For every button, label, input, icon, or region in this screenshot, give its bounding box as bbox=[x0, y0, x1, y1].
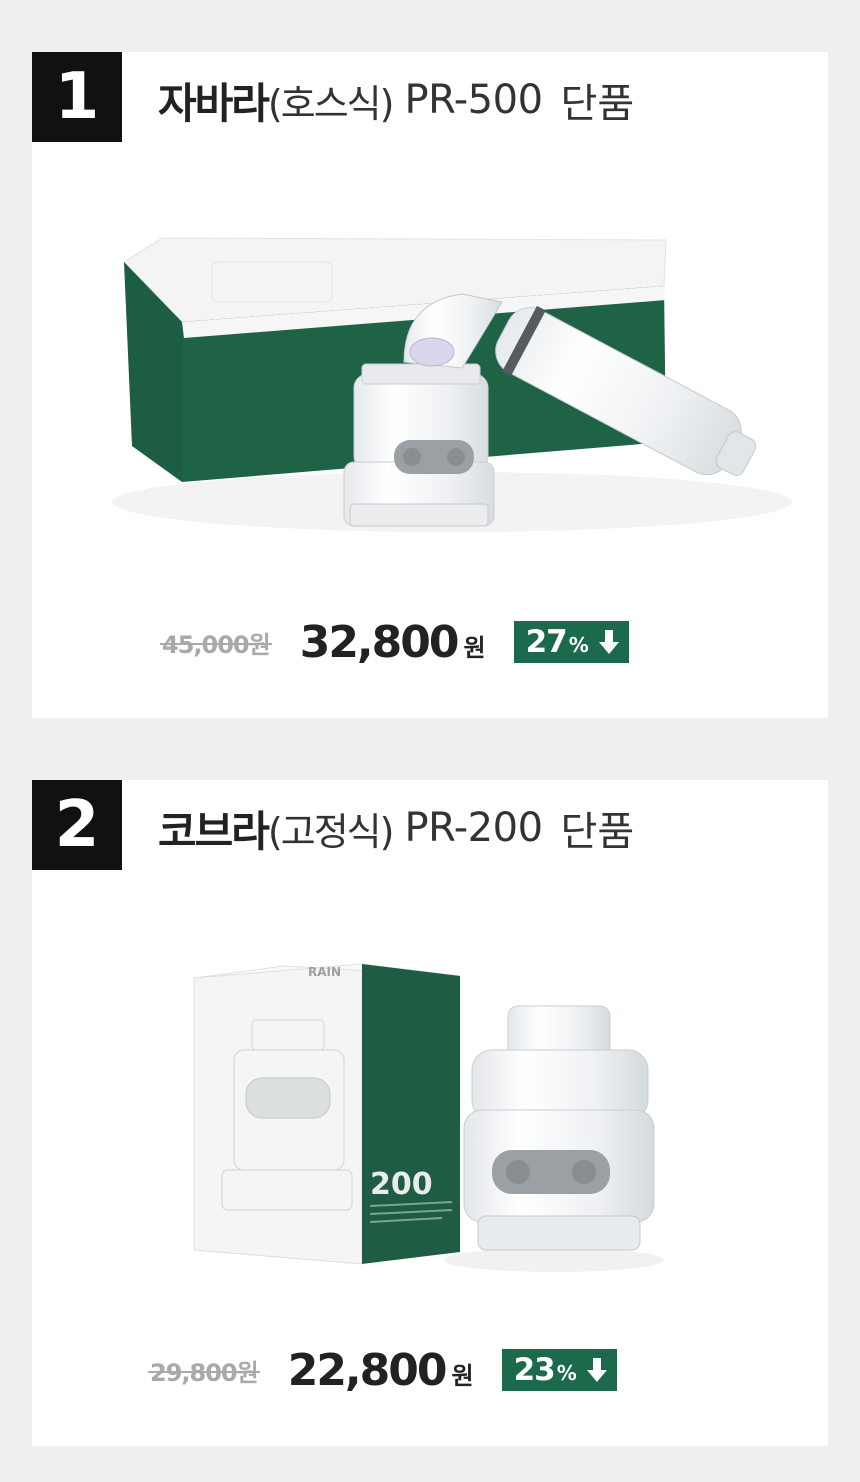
product-image-fixed-filter[interactable]: RAIN 200 bbox=[32, 880, 828, 1300]
discount-unit: % bbox=[568, 633, 589, 657]
discount-badge: 27 % bbox=[513, 621, 629, 663]
product-brand: 자바라 bbox=[158, 78, 270, 128]
product-suffix: 단품 bbox=[560, 809, 635, 855]
discount-value: 27 bbox=[525, 624, 568, 660]
box-model-number: 200 bbox=[370, 1167, 433, 1202]
sale-price: 22,800 bbox=[287, 1344, 448, 1396]
product-title: 자바라 (호스식) PR-500 단품 bbox=[158, 70, 634, 130]
arrow-down-icon bbox=[597, 628, 621, 656]
product-image-hose-filter[interactable] bbox=[32, 152, 828, 552]
price-row: 45,000원 32,800 원 27 % bbox=[160, 612, 629, 672]
sale-price: 32,800 bbox=[299, 616, 460, 668]
product-type: (고정식) bbox=[267, 809, 395, 854]
currency-label: 원 bbox=[451, 1361, 474, 1390]
product-title: 코브라 (고정식) PR-200 단품 bbox=[158, 798, 634, 858]
original-price: 45,000원 bbox=[160, 625, 272, 660]
product-card-1[interactable]: 1 자바라 (호스식) PR-500 단품 45,000원 32,800 원 2… bbox=[32, 52, 828, 718]
discount-value: 23 bbox=[513, 1352, 556, 1388]
discount-unit: % bbox=[556, 1361, 577, 1385]
product-number-badge: 2 bbox=[32, 780, 122, 870]
product-suffix: 단품 bbox=[560, 81, 635, 127]
product-model: PR-500 bbox=[404, 77, 543, 123]
product-brand: 코브라 bbox=[158, 806, 270, 856]
price-row: 29,800원 22,800 원 23 % bbox=[148, 1340, 617, 1400]
original-price: 29,800원 bbox=[148, 1353, 260, 1388]
product-card-2[interactable]: 2 코브라 (고정식) PR-200 단품 RAIN 200 29,800원 2… bbox=[32, 780, 828, 1446]
arrow-down-icon bbox=[585, 1356, 609, 1384]
discount-badge: 23 % bbox=[501, 1349, 617, 1391]
product-number-badge: 1 bbox=[32, 52, 122, 142]
box-logo: RAIN bbox=[308, 965, 341, 979]
product-model: PR-200 bbox=[404, 805, 543, 851]
currency-label: 원 bbox=[463, 633, 486, 662]
product-type: (호스식) bbox=[267, 81, 395, 126]
